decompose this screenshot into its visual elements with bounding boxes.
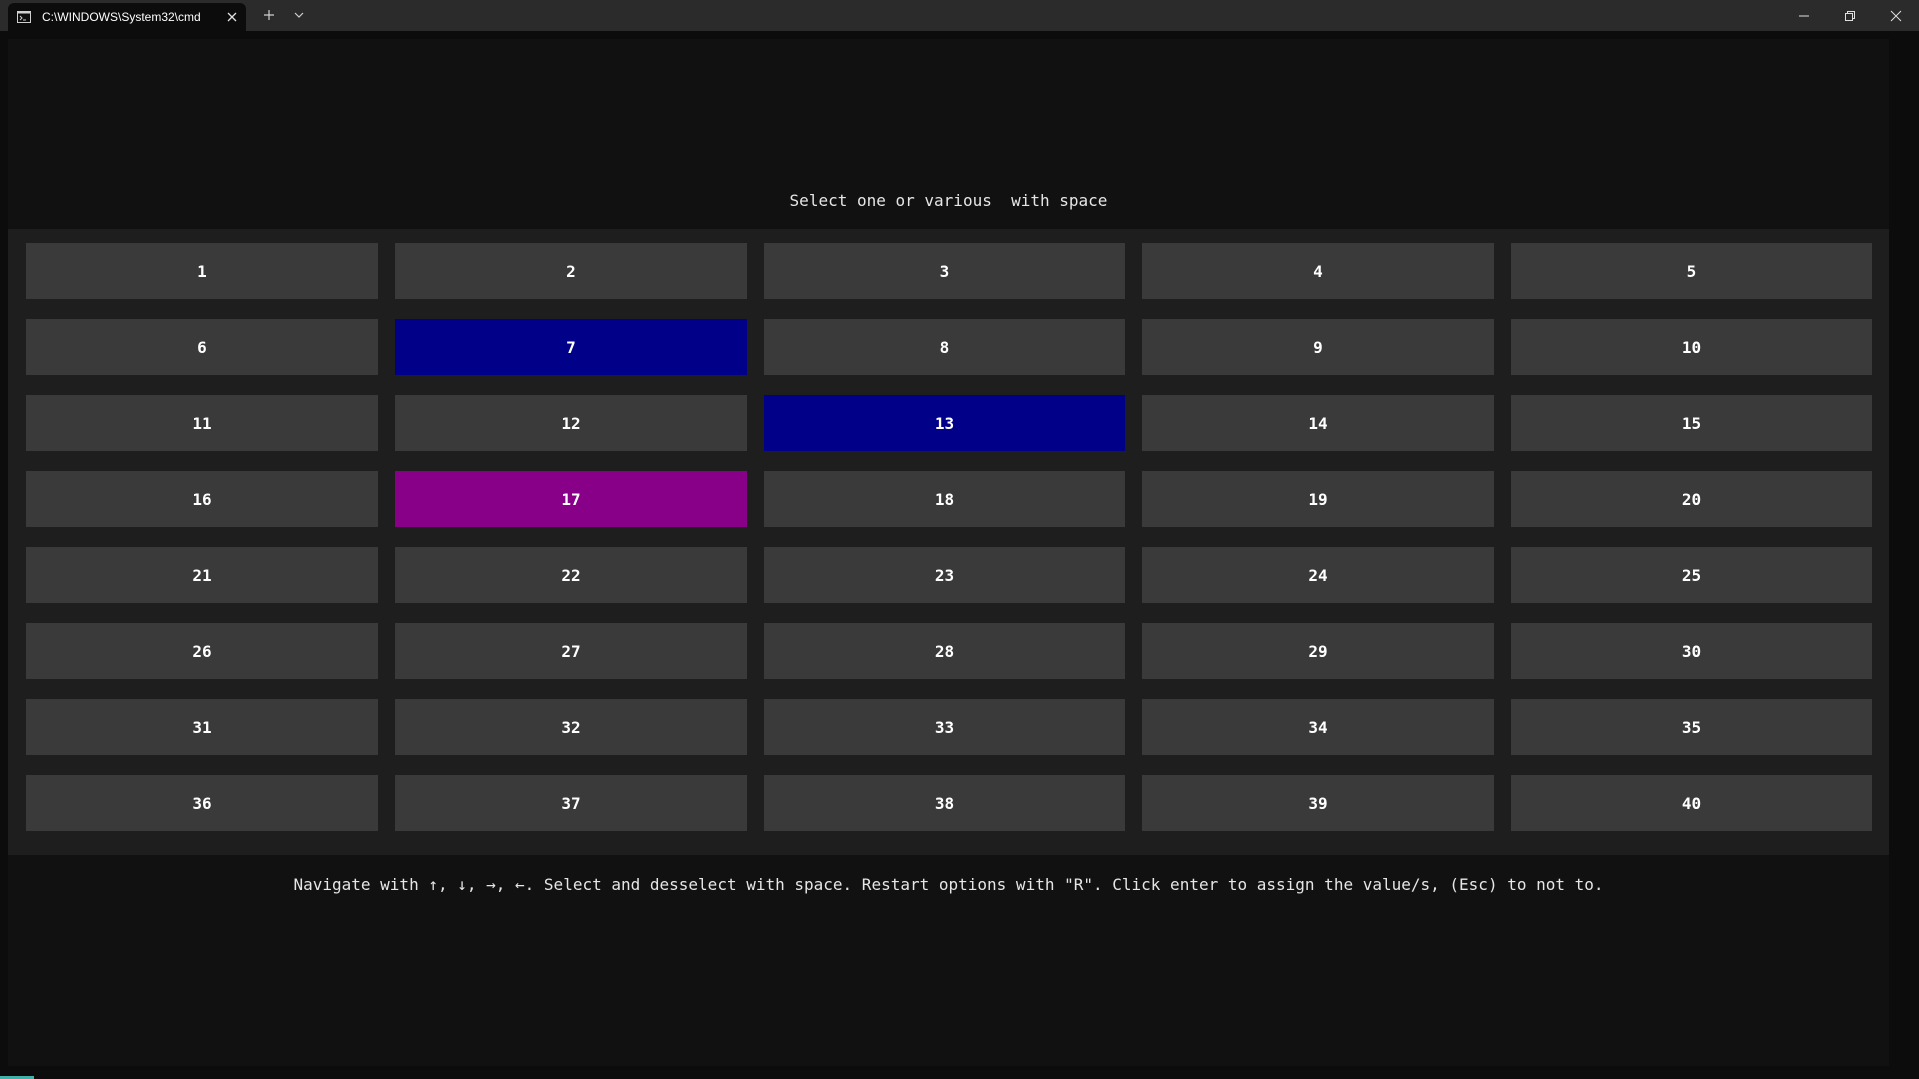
- option-40[interactable]: 40: [1511, 775, 1872, 831]
- option-37[interactable]: 37: [395, 775, 747, 831]
- option-2[interactable]: 2: [395, 243, 747, 299]
- option-13[interactable]: 13: [764, 395, 1125, 451]
- option-32[interactable]: 32: [395, 699, 747, 755]
- option-27[interactable]: 27: [395, 623, 747, 679]
- terminal-icon: [17, 11, 31, 23]
- restore-button[interactable]: [1827, 0, 1873, 31]
- tab-title: C:\WINDOWS\System32\cmd: [42, 10, 201, 24]
- option-36[interactable]: 36: [26, 775, 378, 831]
- terminal-area[interactable]: Select one or various with space 1234567…: [8, 39, 1889, 1066]
- minimize-button[interactable]: [1781, 0, 1827, 31]
- option-1[interactable]: 1: [26, 243, 378, 299]
- option-29[interactable]: 29: [1142, 623, 1494, 679]
- minimize-icon: [1799, 15, 1809, 16]
- tab-cmd[interactable]: C:\WINDOWS\System32\cmd: [8, 3, 246, 31]
- option-3[interactable]: 3: [764, 243, 1125, 299]
- plus-icon[interactable]: [260, 6, 278, 24]
- option-18[interactable]: 18: [764, 471, 1125, 527]
- title-bar: C:\WINDOWS\System32\cmd: [0, 0, 1919, 31]
- option-17[interactable]: 17: [395, 471, 747, 527]
- option-19[interactable]: 19: [1142, 471, 1494, 527]
- chevron-down-icon[interactable]: [290, 6, 308, 24]
- option-8[interactable]: 8: [764, 319, 1125, 375]
- option-16[interactable]: 16: [26, 471, 378, 527]
- option-6[interactable]: 6: [26, 319, 378, 375]
- option-24[interactable]: 24: [1142, 547, 1494, 603]
- option-34[interactable]: 34: [1142, 699, 1494, 755]
- option-12[interactable]: 12: [395, 395, 747, 451]
- close-icon[interactable]: [224, 9, 240, 25]
- option-38[interactable]: 38: [764, 775, 1125, 831]
- option-21[interactable]: 21: [26, 547, 378, 603]
- option-5[interactable]: 5: [1511, 243, 1872, 299]
- option-28[interactable]: 28: [764, 623, 1125, 679]
- option-33[interactable]: 33: [764, 699, 1125, 755]
- option-30[interactable]: 30: [1511, 623, 1872, 679]
- selection-prompt: Select one or various with space: [789, 191, 1108, 210]
- option-26[interactable]: 26: [26, 623, 378, 679]
- option-11[interactable]: 11: [26, 395, 378, 451]
- restore-icon: [1845, 10, 1855, 21]
- option-20[interactable]: 20: [1511, 471, 1872, 527]
- option-35[interactable]: 35: [1511, 699, 1872, 755]
- option-14[interactable]: 14: [1142, 395, 1494, 451]
- option-10[interactable]: 10: [1511, 319, 1872, 375]
- option-15[interactable]: 15: [1511, 395, 1872, 451]
- help-text: Navigate with ↑, ↓, →, ←. Select and des…: [293, 875, 1604, 894]
- close-icon: [1890, 10, 1902, 21]
- option-22[interactable]: 22: [395, 547, 747, 603]
- option-23[interactable]: 23: [764, 547, 1125, 603]
- close-window-button[interactable]: [1873, 0, 1919, 31]
- options-grid: 1 2 3 4 5 6 7 8 9 10 11 12 13 14 15 16 17 18 19 20 21 22 23 24 2…: [8, 229, 1889, 855]
- option-25[interactable]: 25: [1511, 547, 1872, 603]
- option-31[interactable]: 31: [26, 699, 378, 755]
- option-7[interactable]: 7: [395, 319, 747, 375]
- option-4[interactable]: 4: [1142, 243, 1494, 299]
- option-9[interactable]: 9: [1142, 319, 1494, 375]
- option-39[interactable]: 39: [1142, 775, 1494, 831]
